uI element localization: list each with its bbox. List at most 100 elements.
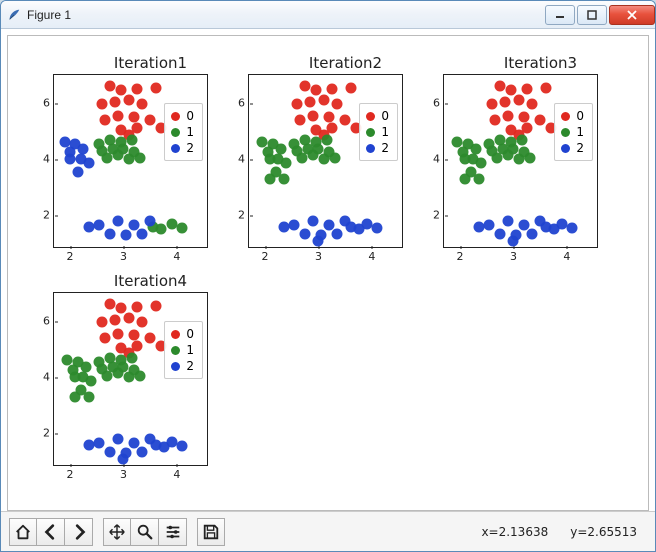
subplot-title: Iteration3 — [443, 54, 638, 72]
save-button[interactable] — [197, 518, 225, 546]
data-point — [105, 81, 116, 92]
data-point — [126, 352, 137, 363]
data-point — [292, 99, 303, 110]
data-point — [145, 332, 156, 343]
data-point — [265, 173, 276, 184]
data-point — [123, 154, 134, 165]
data-point — [83, 158, 94, 169]
axes[interactable]: 246234012 — [53, 292, 208, 466]
data-point — [519, 112, 530, 123]
data-point — [332, 228, 343, 239]
legend-marker-icon — [171, 330, 180, 339]
data-point — [345, 82, 356, 93]
subplot-title: Iteration2 — [248, 54, 443, 72]
data-point — [118, 453, 129, 464]
data-point — [102, 152, 113, 163]
data-point — [97, 317, 108, 328]
subplot-title: Iteration4 — [53, 272, 248, 290]
data-point — [332, 99, 343, 110]
data-point — [278, 221, 289, 232]
pan-button[interactable] — [103, 518, 131, 546]
legend-item: 2 — [171, 358, 194, 374]
x-tick: 4 — [173, 247, 180, 263]
data-point — [487, 99, 498, 110]
back-button[interactable] — [37, 518, 65, 546]
data-point — [137, 228, 148, 239]
y-tick: 2 — [43, 427, 54, 440]
data-point — [567, 222, 578, 233]
data-point — [340, 114, 351, 125]
data-point — [121, 229, 132, 240]
data-point — [503, 149, 514, 160]
data-point — [97, 99, 108, 110]
subplot-4: Iteration4 246234012 — [53, 272, 248, 466]
legend-marker-icon — [561, 112, 570, 121]
data-point — [527, 228, 538, 239]
axes[interactable]: 246234012 — [443, 74, 598, 248]
y-tick: 2 — [433, 209, 444, 222]
app-window: Figure 1 Iteration1246234012Iteration224… — [0, 0, 656, 552]
forward-button[interactable] — [65, 518, 93, 546]
data-point — [321, 134, 332, 145]
data-point — [83, 221, 94, 232]
axes[interactable]: 246234012 — [53, 74, 208, 248]
legend-item: 2 — [561, 140, 584, 156]
minimize-button[interactable] — [545, 5, 575, 25]
legend-label: 1 — [186, 124, 194, 140]
client-area: Iteration1246234012Iteration2246234012It… — [1, 29, 655, 551]
data-point — [540, 82, 551, 93]
zoom-button[interactable] — [131, 518, 159, 546]
legend-marker-icon — [171, 128, 180, 137]
legend: 012 — [359, 103, 398, 161]
data-point — [126, 134, 137, 145]
legend-item: 1 — [366, 124, 389, 140]
data-point — [513, 154, 524, 165]
data-point — [166, 436, 177, 447]
data-point — [489, 114, 500, 125]
x-tick: 4 — [368, 247, 375, 263]
legend-label: 2 — [186, 358, 194, 374]
y-tick: 4 — [238, 153, 249, 166]
data-point — [134, 370, 145, 381]
data-point — [294, 114, 305, 125]
legend-marker-icon — [171, 346, 180, 355]
data-point — [166, 218, 177, 229]
legend-marker-icon — [171, 362, 180, 371]
legend-marker-icon — [561, 144, 570, 153]
legend: 012 — [164, 103, 203, 161]
close-button[interactable] — [609, 5, 655, 25]
data-point — [329, 152, 340, 163]
data-point — [556, 218, 567, 229]
axes[interactable]: 246234012 — [248, 74, 403, 248]
home-button[interactable] — [9, 518, 37, 546]
data-point — [361, 218, 372, 229]
titlebar[interactable]: Figure 1 — [1, 1, 655, 29]
data-point — [115, 85, 126, 96]
data-point — [137, 446, 148, 457]
maximize-button[interactable] — [577, 5, 607, 25]
data-point — [278, 173, 289, 184]
data-point — [134, 152, 145, 163]
x-tick: 2 — [67, 247, 74, 263]
data-point — [524, 152, 535, 163]
data-point — [297, 152, 308, 163]
data-point — [305, 96, 316, 107]
data-point — [113, 433, 124, 444]
y-tick: 6 — [433, 97, 444, 110]
data-point — [310, 85, 321, 96]
data-point — [527, 99, 538, 110]
matplotlib-toolbar: x=2.13638 y=2.65513 — [1, 511, 655, 551]
data-point — [535, 114, 546, 125]
legend-item: 0 — [171, 326, 194, 342]
legend-marker-icon — [171, 112, 180, 121]
data-point — [476, 158, 487, 169]
legend-label: 0 — [576, 108, 584, 124]
figure-canvas[interactable]: Iteration1246234012Iteration2246234012It… — [7, 35, 649, 511]
data-point — [473, 173, 484, 184]
data-point — [123, 372, 134, 383]
data-point — [513, 95, 524, 106]
configure-button[interactable] — [159, 518, 187, 546]
cursor-coordinates: x=2.13638 y=2.65513 — [481, 525, 647, 539]
data-point — [503, 215, 514, 226]
data-point — [372, 222, 383, 233]
